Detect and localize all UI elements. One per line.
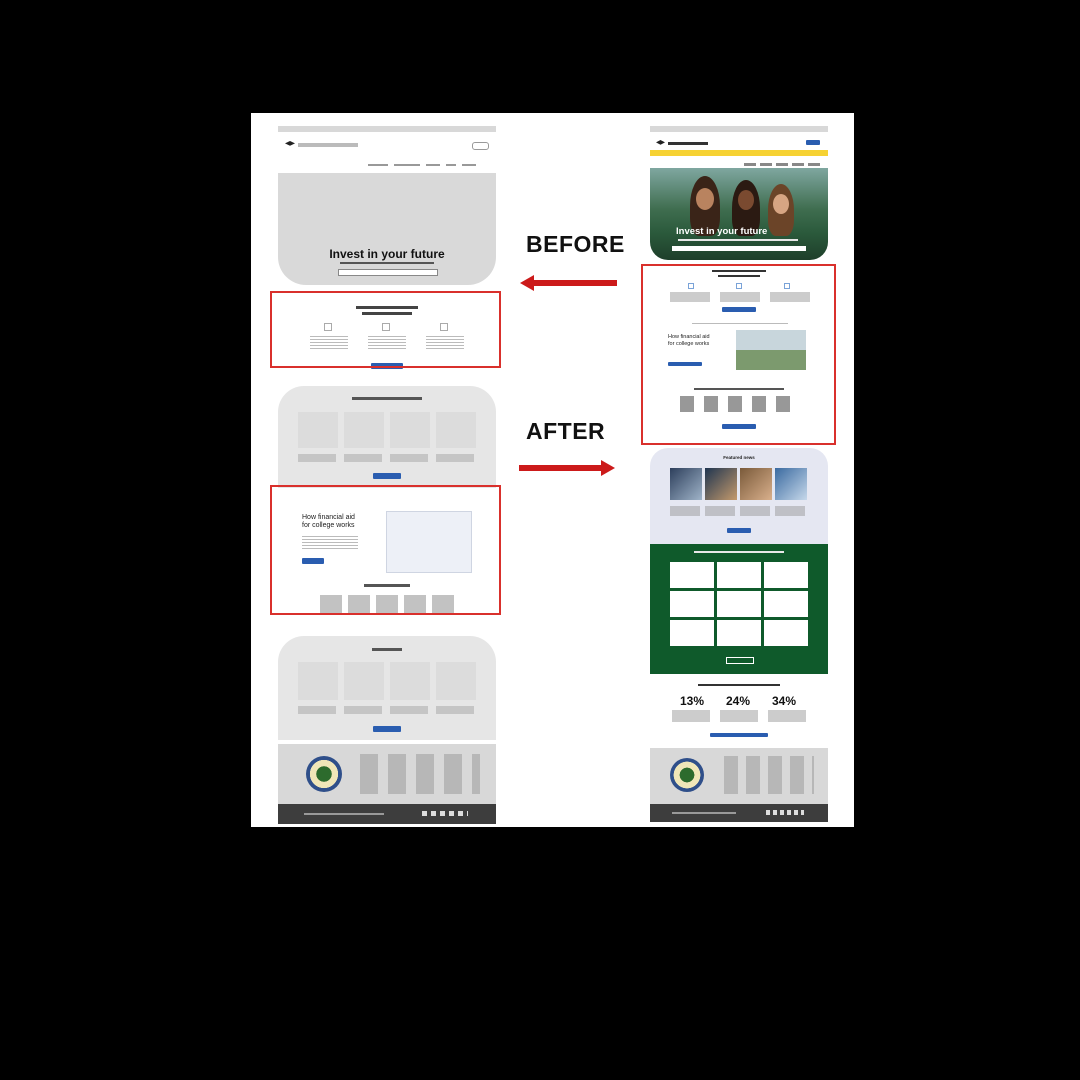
after-hero-title: Invest in your future <box>676 226 768 237</box>
after-nav <box>744 163 824 166</box>
after-alert-banner <box>650 150 828 156</box>
before-topbar <box>278 126 496 132</box>
after-page: Invest in your future How financial aid … <box>650 126 828 824</box>
seal-icon <box>670 758 704 792</box>
seal-icon <box>306 756 342 792</box>
after-stats-button[interactable] <box>710 733 768 737</box>
after-search-button[interactable] <box>806 140 820 145</box>
before-hero: Invest in your future <box>278 173 496 285</box>
arrow-left-icon <box>533 280 617 286</box>
before-highlight-financial <box>270 485 501 615</box>
after-featured-button[interactable] <box>727 528 751 533</box>
after-news-photo-3[interactable] <box>740 468 772 500</box>
before-search-button[interactable] <box>472 142 489 150</box>
before-hero-title: Invest in your future <box>329 247 445 261</box>
before-page: Invest in your future How financial aid … <box>278 126 496 824</box>
after-resources-section <box>650 544 828 674</box>
graduation-cap-icon <box>656 140 665 145</box>
before-news-button[interactable] <box>373 726 401 732</box>
before-nav <box>368 164 488 168</box>
graduation-cap-icon <box>285 141 295 146</box>
comparison-sheet: Invest in your future How financial aid … <box>251 113 854 827</box>
after-resources-button[interactable] <box>726 657 754 664</box>
before-label: BEFORE <box>526 231 625 257</box>
after-stat-2: 24% <box>726 694 751 708</box>
after-news-photo-1[interactable] <box>670 468 702 500</box>
before-cards-section <box>278 386 496 488</box>
arrow-left-icon-tip <box>520 275 534 291</box>
after-stat-3: 34% <box>772 694 797 708</box>
after-hero: Invest in your future <box>650 168 828 260</box>
arrow-right-icon <box>519 465 601 471</box>
before-search-input[interactable] <box>338 269 438 276</box>
after-search-input[interactable] <box>672 246 806 251</box>
after-highlight-college <box>641 264 836 445</box>
before-header <box>278 134 496 158</box>
after-stat-1: 13% <box>680 694 705 708</box>
before-news-section <box>278 636 496 740</box>
after-footer <box>650 748 828 804</box>
after-topbar <box>650 126 828 132</box>
after-footer-bar <box>650 804 828 822</box>
after-featured-title: Featured news <box>723 455 755 460</box>
after-news-photo-2[interactable] <box>705 468 737 500</box>
after-label: AFTER <box>526 418 606 444</box>
after-news-photo-4[interactable] <box>775 468 807 500</box>
before-cards-button[interactable] <box>373 473 401 479</box>
before-highlight-college <box>270 291 501 368</box>
after-featured-section: Featured news <box>650 448 828 544</box>
after-stats-section: 13% 24% 34% <box>650 678 828 744</box>
before-footer <box>278 744 496 804</box>
before-site-name <box>298 143 358 147</box>
before-footer-bar <box>278 804 496 824</box>
arrow-right-icon-tip <box>601 460 615 476</box>
